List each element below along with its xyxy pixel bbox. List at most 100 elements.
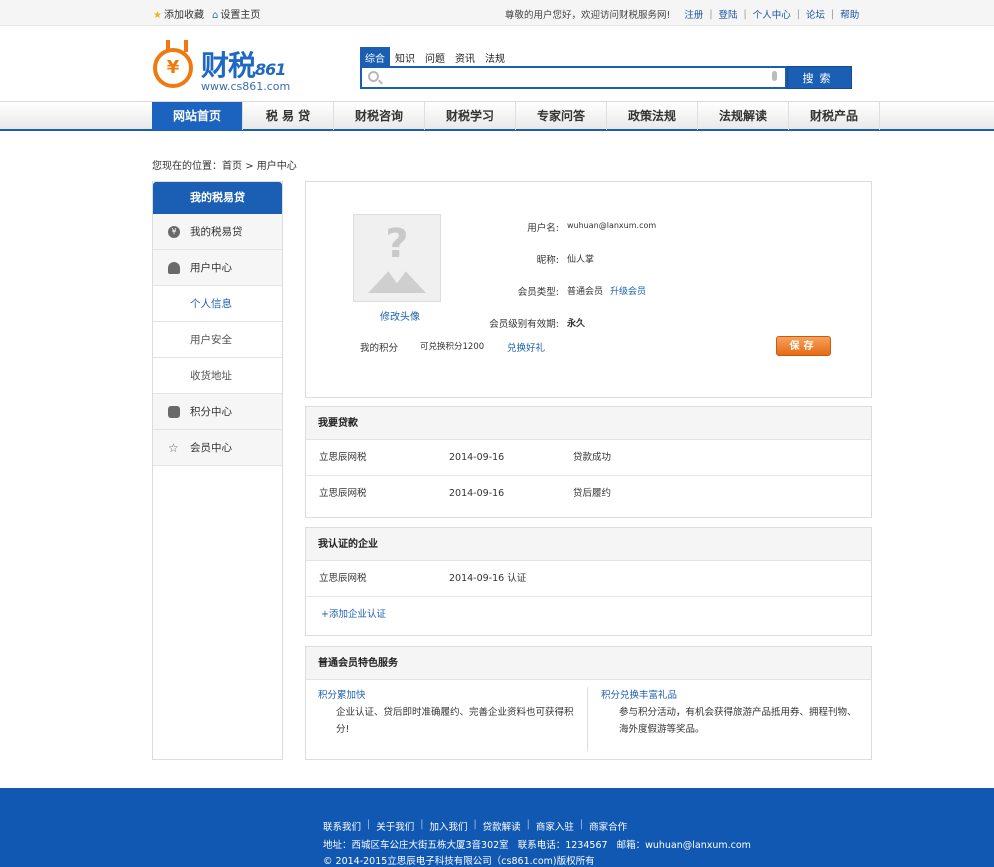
footer-link-merchant-join[interactable]: 商家入驻 — [536, 819, 574, 833]
services-panel: 普通会员特色服务 积分累加快 企业认证、贷后即时准确履约、完善企业资料也可获得积… — [305, 646, 872, 760]
forum-link[interactable]: 论坛 — [806, 7, 825, 21]
add-favorite-link[interactable]: ★ 添加收藏 — [153, 6, 204, 21]
save-button[interactable]: 保存 — [776, 336, 831, 356]
table-row: 立思辰网税 2014-09-16 贷后履约 — [319, 488, 612, 499]
points-exchange: 可兑换积分1200 — [420, 342, 485, 352]
image-placeholder-icon — [368, 271, 426, 293]
username-label: 用户名: — [527, 223, 559, 234]
validity-value: 永久 — [567, 319, 586, 329]
loans-title: 我要贷款 — [306, 407, 871, 440]
main-nav: 网站首页 税 易 贷 财税咨询 财税学习 专家问答 政策法规 法规解读 财税产品 — [0, 101, 994, 131]
sidebar-item-address[interactable]: 收货地址 — [153, 358, 282, 394]
coins-icon — [168, 406, 180, 418]
sidebar-item-personal-info[interactable]: 个人信息 — [153, 286, 282, 322]
footer: 联系我们 | 关于我们 | 加入我们 | 贷款解读 | 商家入驻 | 商家合作 地址：西城… — [0, 788, 994, 867]
loans-panel: 我要贷款 立思辰网税 2014-09-16 贷款成功 立思辰网税 2014-09… — [305, 406, 872, 518]
edit-avatar-link[interactable]: 修改头像 — [380, 308, 420, 323]
nav-consulting[interactable]: 财税咨询 — [334, 102, 425, 130]
logo-url: www.cs861.com — [201, 80, 291, 93]
divider — [587, 687, 588, 751]
home-icon: ⌂ — [211, 10, 219, 21]
points-label: 我的积分 — [360, 343, 399, 354]
footer-email: 邮箱：wuhuan@lanxum.com — [616, 840, 751, 851]
top-bar: ★ 添加收藏 ⌂ 设置主页 尊敬的用户您好，欢迎访问财税服务网! 注册 | 登陆 | 个… — [0, 0, 994, 26]
logo-name: 财税 — [201, 49, 256, 82]
search-tab-news[interactable]: 资讯 — [450, 47, 480, 66]
search-box — [360, 66, 787, 89]
footer-link-contact[interactable]: 联系我们 — [323, 819, 361, 833]
footer-contact: 地址：西城区车公庄大街五栋大厦3音302室 联系电话：1234567 邮箱：wu… — [323, 837, 751, 851]
validity-label: 会员级别有效期: — [489, 319, 559, 330]
sidebar-item-membership[interactable]: ☆ 会员中心 — [153, 430, 282, 466]
nav-interpretation[interactable]: 法规解读 — [698, 102, 789, 130]
sidebar-title: 我的税易贷 — [153, 182, 282, 214]
chevron-right-icon: > — [245, 161, 254, 172]
footer-link-join[interactable]: 加入我们 — [429, 819, 467, 833]
table-row: 立思辰网税 2014-09-16 贷款成功 — [306, 440, 871, 476]
companies-panel: 我认证的企业 立思辰网税 2014-09-16 认证 +添加企业认证 — [305, 527, 872, 636]
sidebar-item-user-center[interactable]: 用户中心 — [153, 250, 282, 286]
search-icon — [368, 71, 379, 82]
question-mark-icon: ? — [385, 221, 409, 267]
search-input[interactable] — [386, 70, 746, 85]
nav-policy[interactable]: 政策法规 — [607, 102, 698, 130]
microphone-icon[interactable] — [772, 71, 777, 81]
search-area: 综合 知识 问题 资讯 法规 搜索 — [360, 47, 852, 91]
footer-address: 地址：西城区车公庄大街五栋大厦3音302室 — [323, 840, 509, 851]
yen-icon: ¥ — [168, 226, 180, 238]
member-type-value: 普通会员 — [567, 287, 604, 297]
username-value: wuhuan@lanxum.com — [567, 221, 657, 230]
search-button[interactable]: 搜索 — [787, 66, 852, 89]
login-link[interactable]: 登陆 — [719, 7, 738, 21]
welcome-text: 尊敬的用户您好，欢迎访问财税服务网! — [505, 10, 671, 21]
nav-learning[interactable]: 财税学习 — [425, 102, 516, 130]
add-company-row: +添加企业认证 — [306, 597, 871, 633]
upgrade-member-link[interactable]: 升级会员 — [610, 284, 646, 297]
sidebar-item-my-loan[interactable]: ¥ 我的税易贷 — [153, 214, 282, 250]
service-item: 积分兑换丰富礼品 参与积分活动，有机会获得旅游产品抵用券、拥程刊物、海外度假游等… — [601, 687, 861, 738]
sidebar-item-points[interactable]: 积分中心 — [153, 394, 282, 430]
footer-link-about[interactable]: 关于我们 — [376, 819, 414, 833]
help-link[interactable]: 帮助 — [840, 7, 859, 21]
profile-panel: ? 修改头像 用户名: wuhuan@lanxum.com 昵称: 仙人掌 会员… — [305, 181, 872, 398]
logo-number: 861 — [255, 60, 286, 79]
nickname-label: 昵称: — [536, 255, 559, 266]
personal-center-link[interactable]: 个人中心 — [753, 7, 791, 21]
footer-copyright: © 2014-2015立思辰电子科技有限公司（cs861.com)版权所有 — [323, 856, 595, 867]
member-type-label: 会员类型: — [517, 287, 559, 298]
star-icon: ★ — [153, 10, 162, 21]
services-title: 普通会员特色服务 — [306, 647, 871, 680]
footer-link-merchant-coop[interactable]: 商家合作 — [589, 819, 627, 833]
service-item: 积分累加快 企业认证、贷后即时准确履约、完善企业资料也可获得积分! — [318, 687, 578, 738]
nickname-value: 仙人掌 — [567, 255, 595, 265]
search-tab-questions[interactable]: 问题 — [420, 47, 450, 66]
footer-phone: 联系电话：1234567 — [517, 840, 608, 851]
service-item-title[interactable]: 积分兑换丰富礼品 — [601, 687, 861, 704]
nav-tax-loan[interactable]: 税 易 贷 — [243, 102, 334, 130]
nav-products[interactable]: 财税产品 — [789, 102, 880, 130]
table-row: 立思辰网税 2014-09-16 认证 — [306, 561, 871, 597]
breadcrumb: 您现在的位置：首页 > 用户中心 — [152, 161, 297, 172]
redeem-gift-link[interactable]: 兑换好礼 — [507, 340, 545, 354]
avatar[interactable]: ? — [353, 214, 441, 302]
service-item-title[interactable]: 积分累加快 — [318, 687, 578, 704]
yen-coin-icon: ¥ — [153, 48, 193, 88]
register-link[interactable]: 注册 — [684, 7, 703, 21]
breadcrumb-current: 用户中心 — [256, 161, 297, 172]
user-icon — [168, 262, 180, 274]
add-company-link[interactable]: +添加企业认证 — [321, 597, 386, 633]
site-logo[interactable]: ¥ 财税861 www.cs861.com — [153, 44, 303, 96]
sidebar: 我的税易贷 ¥ 我的税易贷 用户中心 个人信息 用户安全 收货地址 积分中心 ☆… — [152, 181, 283, 760]
sidebar-item-user-security[interactable]: 用户安全 — [153, 322, 282, 358]
footer-link-loan-guide[interactable]: 贷款解读 — [483, 819, 521, 833]
star-icon: ☆ — [168, 441, 179, 455]
breadcrumb-home[interactable]: 首页 — [222, 161, 242, 172]
search-tab-all[interactable]: 综合 — [360, 47, 390, 66]
search-tab-knowledge[interactable]: 知识 — [390, 47, 420, 66]
service-item-desc: 企业认证、贷后即时准确履约、完善企业资料也可获得积分! — [336, 707, 574, 735]
nav-home[interactable]: 网站首页 — [152, 102, 243, 130]
search-tab-regulations[interactable]: 法规 — [480, 47, 510, 66]
nav-expert-qa[interactable]: 专家问答 — [516, 102, 607, 130]
service-item-desc: 参与积分活动，有机会获得旅游产品抵用券、拥程刊物、海外度假游等奖品。 — [619, 707, 857, 735]
set-homepage-link[interactable]: ⌂ 设置主页 — [212, 6, 260, 21]
